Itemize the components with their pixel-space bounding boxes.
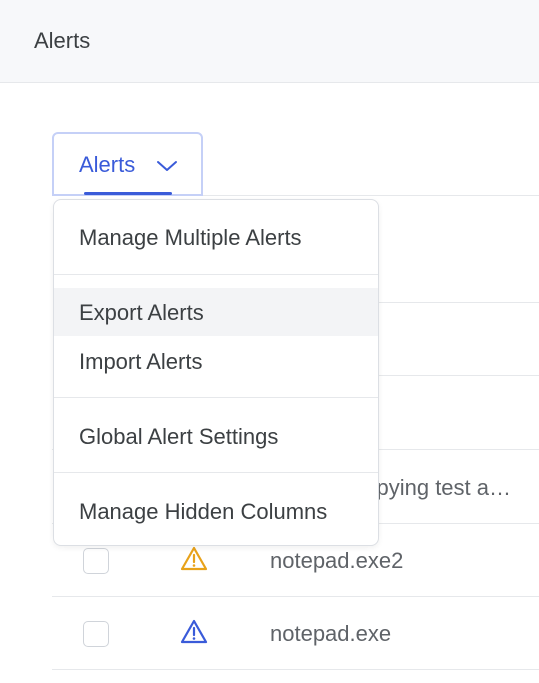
page-header: Alerts xyxy=(0,0,539,83)
row-checkbox[interactable] xyxy=(83,621,109,647)
table-header-cell xyxy=(377,302,539,376)
chevron-down-icon xyxy=(157,161,177,171)
tab-bar-divider xyxy=(203,195,539,196)
menu-item-manage-multiple-alerts[interactable]: Manage Multiple Alerts xyxy=(54,213,378,261)
menu-item-manage-hidden-columns[interactable]: Manage Hidden Columns xyxy=(54,487,378,535)
row-checkbox[interactable] xyxy=(83,548,109,574)
table-row-name[interactable]: copying test a… xyxy=(359,475,511,501)
table-row-name[interactable]: notepad.exe2 xyxy=(270,548,403,574)
menu-item-export-alerts[interactable]: Export Alerts xyxy=(54,288,378,336)
menu-divider xyxy=(54,274,378,275)
table-row-name[interactable]: notepad.exe xyxy=(270,621,391,647)
warning-icon xyxy=(180,619,208,644)
alerts-dropdown-menu: Manage Multiple Alerts Export Alerts Imp… xyxy=(53,199,379,546)
menu-item-import-alerts[interactable]: Import Alerts xyxy=(54,337,378,385)
menu-divider xyxy=(54,397,378,398)
row-divider xyxy=(52,596,539,597)
alerts-tab-label: Alerts xyxy=(79,152,136,177)
alerts-tab-dropdown-button[interactable]: Alerts xyxy=(52,132,203,196)
active-tab-indicator xyxy=(84,192,172,195)
page-title: Alerts xyxy=(34,28,91,53)
menu-divider xyxy=(54,472,378,473)
menu-item-global-alert-settings[interactable]: Global Alert Settings xyxy=(54,412,378,460)
warning-icon xyxy=(180,546,208,571)
row-divider xyxy=(52,669,539,670)
